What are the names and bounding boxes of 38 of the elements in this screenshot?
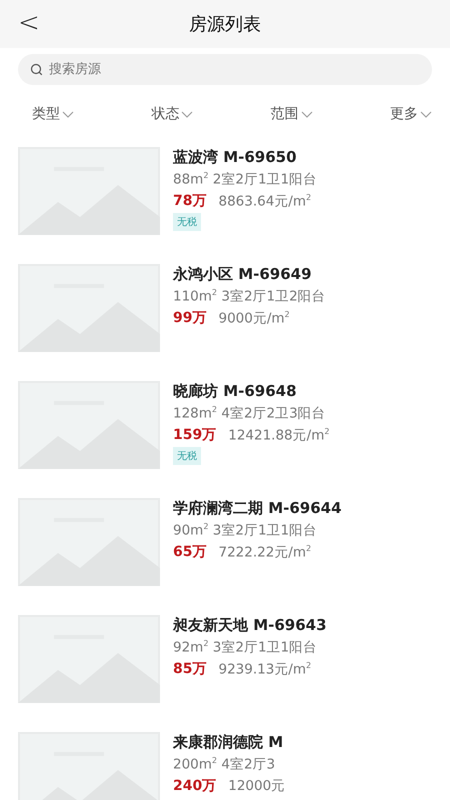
tax-tag: 无税 [173, 447, 201, 465]
listing-specs: 92m$^{2}$ 3室2厅1卫1阳台 [173, 638, 318, 656]
listing-price: 65万 [173, 543, 206, 561]
unit-price: 9239.13元/m$^{2}$ [218, 660, 312, 678]
chevron-down-icon [62, 110, 74, 118]
unit-price: 7222.22元/m$^{2}$ [218, 542, 312, 561]
filter-dropdown[interactable]: 更多 [390, 105, 432, 123]
tax-tag: 无税 [173, 213, 201, 231]
listing-specs: 128m$^{2}$ 4室2厅2卫3阳台 [173, 404, 327, 422]
chevron-down-icon [420, 110, 432, 118]
chevron-down-icon [181, 110, 194, 118]
page-title: 房源列表 [189, 13, 261, 36]
listing-specs: 200m$^{2}$ 4室2厅3 [173, 755, 276, 774]
listing-title[interactable]: 来康郡润德院 M [173, 733, 286, 752]
filter-dropdown[interactable]: 范围 [270, 105, 313, 123]
unit-price: 12421.88元/m$^{2}$ [228, 426, 330, 444]
listing-title[interactable]: 晓廊坊 M-69648 [173, 382, 330, 401]
listing-title[interactable]: 蓝波湾 M-69650 [173, 148, 318, 167]
listing-price: 159万 [173, 426, 216, 444]
back-button[interactable]: < [14, 8, 44, 38]
listing-price: 99万 [173, 309, 206, 327]
listing-specs: 110m$^{2}$ 3室2厅1卫2阳台 [173, 287, 326, 306]
listing-price: 78万 [173, 192, 206, 210]
listing-specs: 88m$^{2}$ 2室2厅1卫1阳台 [173, 170, 318, 188]
filter-dropdown[interactable]: 状态 [151, 105, 194, 123]
listing-specs: 90m$^{2}$ 3室2厅1卫1阳台 [173, 521, 318, 540]
listing-price: 85万 [173, 660, 206, 678]
unit-price: 8863.64元/m$^{2}$ [218, 192, 312, 210]
listing-title[interactable]: 昶友新天地 M-69643 [173, 616, 327, 635]
search-icon [30, 63, 43, 76]
unit-price: 12000元 [228, 776, 286, 794]
chevron-down-icon [300, 110, 313, 118]
filter-dropdown[interactable]: 类型 [32, 105, 74, 123]
search-field[interactable]: 搜索房源 [18, 54, 432, 85]
unit-price: 9000元/m$^{2}$ [218, 308, 290, 327]
listing-title[interactable]: 学府澜湾二期 M-69644 [173, 499, 342, 518]
listing-price: 240万 [173, 776, 216, 794]
listing-title[interactable]: 永鸿小区 M-69649 [173, 265, 326, 284]
